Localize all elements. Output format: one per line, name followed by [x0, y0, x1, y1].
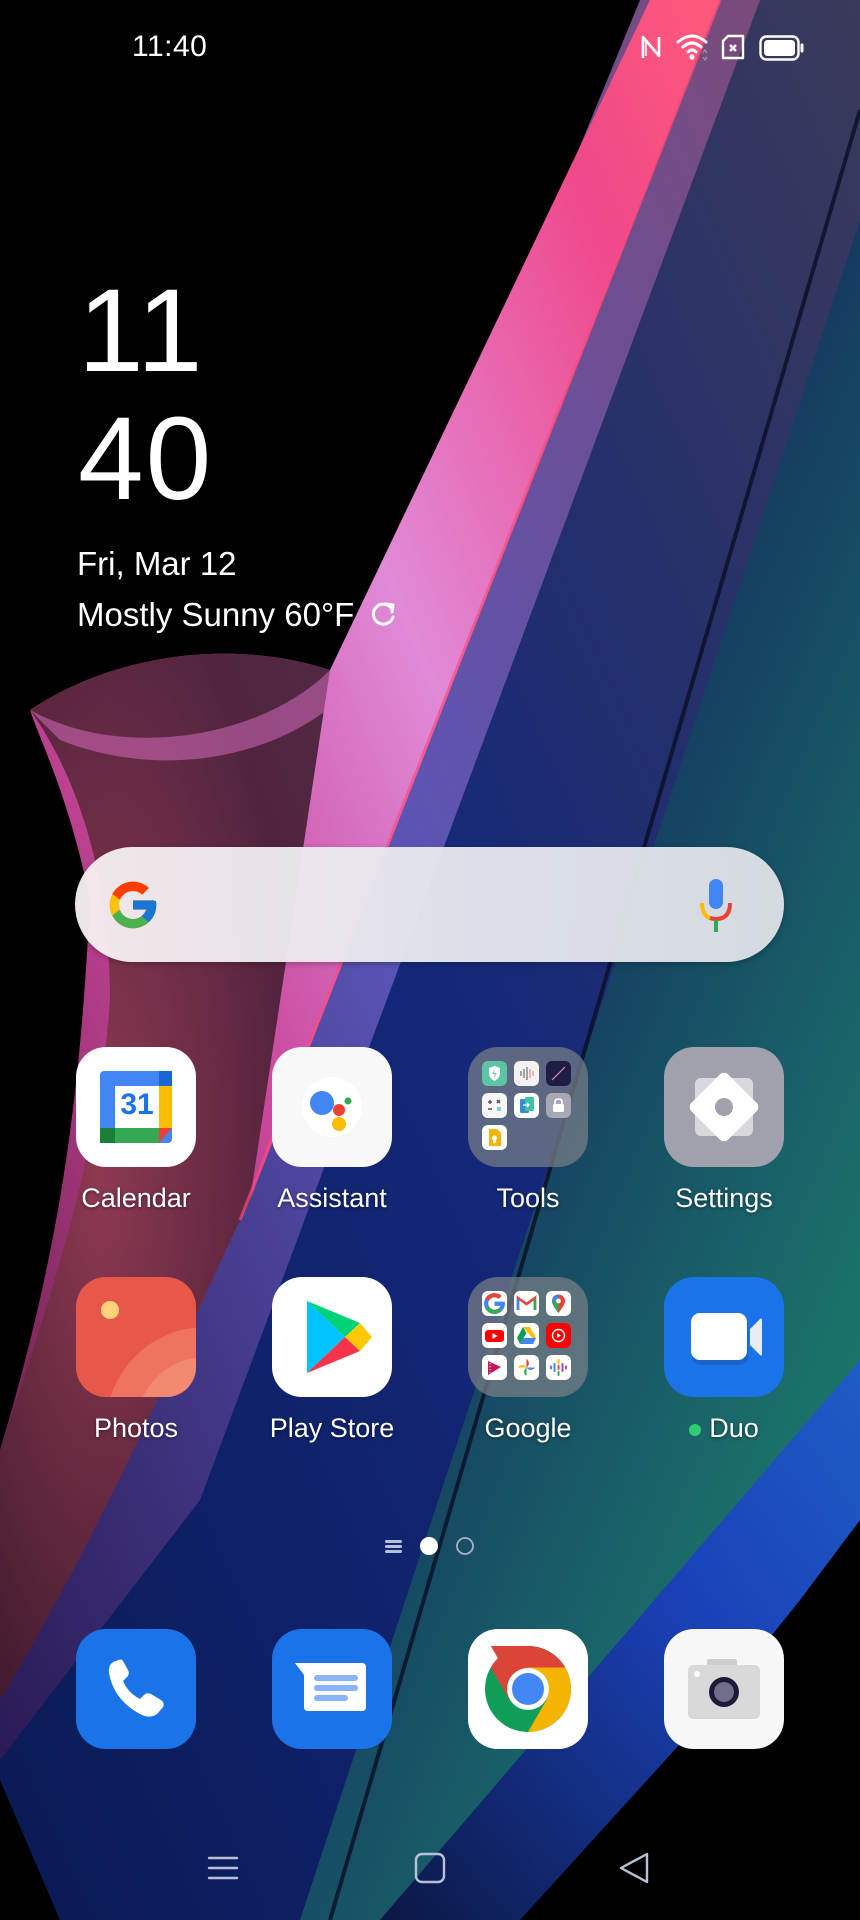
folder-icon [468, 1047, 588, 1167]
clock-hour[interactable]: 11 [78, 272, 205, 390]
dock-camera[interactable] [626, 1629, 822, 1749]
recents-icon[interactable] [201, 1846, 245, 1890]
back-icon[interactable] [613, 1846, 657, 1890]
drive-mini-icon [514, 1323, 539, 1348]
dock-phone[interactable] [38, 1629, 234, 1749]
home-icon[interactable] [408, 1846, 452, 1890]
page-indicator [385, 1537, 474, 1555]
page-dot[interactable] [456, 1537, 474, 1555]
podcasts-mini-icon [546, 1355, 571, 1380]
google-mini-icon [482, 1291, 507, 1316]
home-screen: 11:40 11 40 Fri, Mar 12 Mostly Sunny 60°… [0, 0, 860, 1920]
clock-minute[interactable]: 40 [78, 400, 213, 518]
phone-icon [76, 1629, 196, 1749]
app-drawer-icon[interactable] [385, 1540, 402, 1553]
dock-chrome[interactable] [430, 1629, 626, 1749]
app-assistant[interactable]: Assistant [234, 1047, 430, 1214]
nfc-icon [641, 35, 661, 58]
dock-messages[interactable] [234, 1629, 430, 1749]
app-label: Calendar [81, 1183, 191, 1213]
youtube-music-mini-icon [546, 1323, 571, 1348]
play-store-icon [272, 1277, 392, 1397]
settings-gear-icon [664, 1047, 784, 1167]
app-play-store[interactable]: Play Store [234, 1277, 430, 1444]
calendar-icon: 31 [76, 1047, 196, 1167]
page-dot-active[interactable] [420, 1537, 438, 1555]
gmail-mini-icon [514, 1291, 539, 1316]
battery-icon [759, 35, 804, 61]
calendar-day: 31 [120, 1088, 154, 1121]
calculator-icon [482, 1093, 507, 1118]
youtube-mini-icon [482, 1323, 507, 1348]
google-photos-mini-icon [514, 1355, 539, 1380]
app-label: Photos [93, 1413, 179, 1443]
sound-recorder-icon [514, 1061, 539, 1086]
maps-mini-icon [546, 1291, 571, 1316]
app-label: Duo [709, 1413, 759, 1443]
phone-manager-icon [482, 1061, 507, 1086]
microphone-icon[interactable] [698, 879, 734, 933]
notes-icon [482, 1125, 507, 1150]
play-movies-mini-icon [482, 1355, 507, 1380]
compass-icon [546, 1061, 571, 1086]
no-sim-icon [721, 34, 745, 60]
folder-google[interactable]: Google [430, 1277, 626, 1444]
app-settings[interactable]: Settings [626, 1047, 822, 1214]
photos-icon [76, 1277, 196, 1397]
folder-tools[interactable]: Tools [430, 1047, 626, 1214]
app-photos[interactable]: Photos [38, 1277, 234, 1444]
folder-icon [468, 1277, 588, 1397]
refresh-icon[interactable] [370, 600, 398, 628]
weather-label[interactable]: Mostly Sunny 60°F [77, 596, 354, 634]
duo-video-icon [664, 1277, 784, 1397]
folder-label: Google [484, 1413, 572, 1443]
app-lock-icon [546, 1093, 571, 1118]
app-label-row: Duo [626, 1413, 822, 1444]
camera-icon [664, 1629, 784, 1749]
date-label[interactable]: Fri, Mar 12 [77, 545, 237, 583]
google-g-icon [109, 881, 157, 929]
assistant-icon [272, 1047, 392, 1167]
app-label: Assistant [277, 1183, 387, 1213]
new-app-badge [689, 1423, 702, 1436]
app-duo[interactable]: Duo [626, 1277, 822, 1444]
status-bar-time: 11:40 [132, 30, 208, 63]
clone-phone-icon [514, 1093, 539, 1118]
app-label: Settings [675, 1183, 773, 1213]
wifi-icon [676, 34, 708, 62]
folder-label: Tools [496, 1183, 560, 1213]
app-calendar[interactable]: 31 Calendar [38, 1047, 234, 1214]
app-label: Play Store [269, 1413, 395, 1443]
chrome-icon [468, 1629, 588, 1749]
google-search-bar[interactable] [75, 847, 784, 962]
messages-icon [272, 1629, 392, 1749]
